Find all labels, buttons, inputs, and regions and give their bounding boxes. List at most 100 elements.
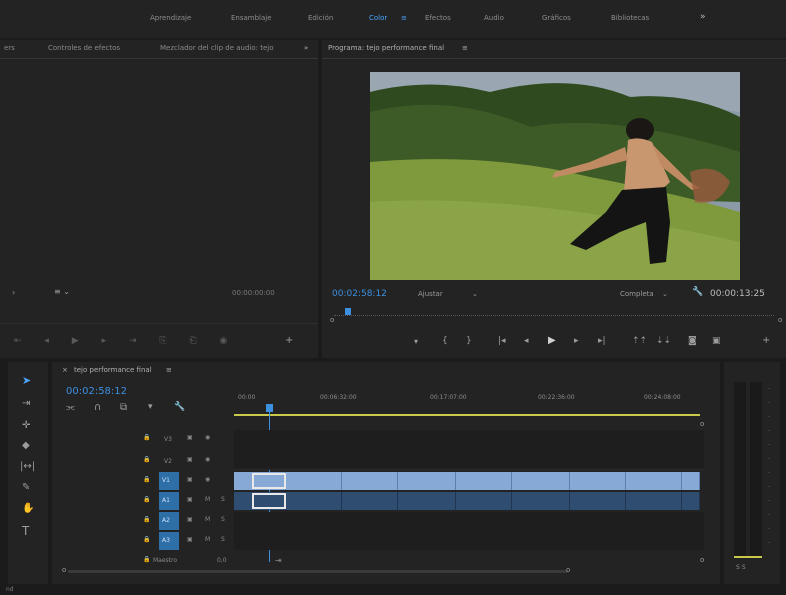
- audio-clip[interactable]: [286, 492, 342, 510]
- sync-icon[interactable]: ▣: [187, 536, 193, 543]
- fit-dropdown[interactable]: Ajustar: [418, 290, 443, 298]
- vertical-scroll-handle[interactable]: o: [700, 556, 704, 564]
- video-clip[interactable]: [682, 472, 700, 490]
- step-back-icon[interactable]: ◂: [524, 336, 529, 346]
- lock-icon[interactable]: 🔒: [143, 476, 150, 483]
- mark-in-icon[interactable]: {: [442, 336, 448, 346]
- slip-tool-icon[interactable]: |↔|: [20, 461, 35, 472]
- audio-clip[interactable]: [342, 492, 398, 510]
- mute-icon[interactable]: M: [205, 496, 210, 503]
- track-label-a3[interactable]: A3: [159, 532, 179, 550]
- timeline-close-icon[interactable]: ×: [62, 366, 68, 374]
- fit-dropdown-chevron-icon[interactable]: ⌄: [472, 290, 478, 298]
- solo-icon[interactable]: S: [221, 496, 225, 503]
- workspace-overflow-button[interactable]: »: [700, 12, 706, 22]
- scroll-left-handle[interactable]: o: [62, 566, 66, 574]
- program-menu-icon[interactable]: ≡: [462, 44, 468, 52]
- workspace-tab-efectos[interactable]: Efectos: [425, 14, 451, 22]
- sync-icon[interactable]: ▣: [187, 496, 193, 503]
- snap-icon[interactable]: ∩: [94, 402, 101, 413]
- horizontal-scrollbar[interactable]: o o: [62, 566, 712, 574]
- play-icon[interactable]: ▶: [548, 335, 556, 346]
- master-volume-value[interactable]: 0,0: [217, 557, 227, 564]
- tab-audio-clip-mixer[interactable]: Mezclador del clip de audio: tejo: [160, 44, 274, 52]
- lock-icon[interactable]: 🔒: [143, 516, 150, 523]
- workspace-tab-audio[interactable]: Audio: [484, 14, 504, 22]
- scroll-right-handle[interactable]: o: [566, 566, 570, 574]
- selection-tool-icon[interactable]: ➤: [22, 374, 31, 387]
- audio-clip[interactable]: [626, 492, 682, 510]
- eye-icon[interactable]: ◉: [205, 456, 210, 463]
- v1-lane[interactable]: [234, 472, 700, 490]
- step-forward-icon[interactable]: ▸: [574, 336, 579, 346]
- track-label-v3[interactable]: V3: [161, 434, 175, 445]
- linked-selection-icon[interactable]: ⧉: [120, 402, 127, 413]
- workspace-tab-color[interactable]: Color: [369, 14, 387, 22]
- add-button-icon[interactable]: +: [762, 335, 770, 346]
- scrollbar-thumb[interactable]: [68, 570, 568, 573]
- a1-lane[interactable]: [234, 492, 700, 510]
- lock-icon[interactable]: 🔒: [143, 536, 150, 543]
- video-clip[interactable]: [570, 472, 626, 490]
- button-editor-icon[interactable]: ▣: [712, 336, 721, 346]
- workspace-tab-edicion[interactable]: Edición: [308, 14, 333, 22]
- timeline-settings-wrench-icon[interactable]: 🔧: [174, 402, 185, 412]
- left-arrow-icon[interactable]: ›: [12, 288, 15, 297]
- camera-export-frame-icon[interactable]: ◙: [688, 336, 697, 346]
- audio-clip[interactable]: [682, 492, 700, 510]
- lock-icon[interactable]: 🔒: [143, 496, 150, 503]
- work-area-bar[interactable]: [234, 414, 700, 416]
- program-scrubber[interactable]: o o: [330, 308, 782, 324]
- add-marker-icon[interactable]: ▾: [148, 402, 153, 412]
- audio-clip[interactable]: [570, 492, 626, 510]
- audio-lanes-empty[interactable]: [234, 512, 704, 550]
- video-clip[interactable]: [286, 472, 342, 490]
- video-clip[interactable]: [398, 472, 456, 490]
- video-clip[interactable]: [456, 472, 512, 490]
- extract-icon[interactable]: ⇣⇣: [656, 336, 671, 346]
- solo-icon[interactable]: S: [221, 536, 225, 543]
- wrench-icon[interactable]: 🔧: [692, 287, 703, 297]
- mute-icon[interactable]: M: [205, 536, 210, 543]
- nest-sequence-icon[interactable]: ⫘: [66, 402, 75, 413]
- audio-clip[interactable]: [398, 492, 456, 510]
- workspace-tab-bibliotecas[interactable]: Bibliotecas: [611, 14, 649, 22]
- track-label-a1[interactable]: A1: [159, 492, 179, 510]
- add-marker-icon[interactable]: ▾: [414, 337, 418, 346]
- sync-icon[interactable]: ▣: [187, 516, 193, 523]
- scrubber-right-handle[interactable]: o: [778, 316, 782, 324]
- timeline-playhead-handle[interactable]: [266, 404, 273, 412]
- hand-tool-icon[interactable]: ✋: [22, 503, 34, 514]
- track-select-tool-icon[interactable]: ⇥: [22, 398, 30, 409]
- pen-tool-icon[interactable]: ✎: [22, 482, 30, 493]
- tab-effect-controls[interactable]: Controles de efectos: [48, 44, 120, 52]
- source-transport-icons[interactable]: ⇤ ◂ ▶ ▸ ⇥ ⎘ ⎗ ◉: [14, 336, 237, 346]
- mark-out-icon[interactable]: }: [466, 336, 472, 346]
- audio-clip[interactable]: [512, 492, 570, 510]
- time-ruler[interactable]: 00:00 00:06:32:00 00:17:07:00 00:22:36:0…: [234, 382, 704, 416]
- razor-tool-icon[interactable]: ◆: [22, 440, 30, 451]
- program-playhead[interactable]: [345, 308, 351, 315]
- solo-icon[interactable]: S: [221, 516, 225, 523]
- lift-icon[interactable]: ⇡⇡: [632, 336, 647, 346]
- sync-icon[interactable]: ▣: [187, 434, 193, 441]
- timeline-sequence-name[interactable]: tejo performance final: [74, 366, 152, 374]
- video-lanes-empty[interactable]: [234, 430, 704, 470]
- quality-dropdown[interactable]: Completa: [620, 290, 654, 298]
- sync-icon[interactable]: ▣: [187, 476, 193, 483]
- quality-dropdown-chevron-icon[interactable]: ⌄: [662, 290, 668, 298]
- workspace-menu-icon[interactable]: ≡: [401, 14, 407, 22]
- workspace-tab-aprendizaje[interactable]: Aprendizaje: [150, 14, 191, 22]
- eye-icon[interactable]: ◉: [205, 434, 210, 441]
- timeline-menu-icon[interactable]: ≡: [166, 366, 172, 374]
- lock-icon[interactable]: 🔒: [143, 434, 150, 441]
- menu-icon[interactable]: ≡ ⌄: [54, 287, 70, 296]
- workspace-tab-graficos[interactable]: Gráficos: [542, 14, 571, 22]
- workspace-tab-ensamblaje[interactable]: Ensamblaje: [231, 14, 272, 22]
- track-label-a2[interactable]: A2: [159, 512, 179, 530]
- audio-clip[interactable]: [456, 492, 512, 510]
- lock-icon[interactable]: 🔒: [143, 556, 150, 563]
- ripple-edit-tool-icon[interactable]: ✛: [22, 420, 30, 431]
- scrubber-left-handle[interactable]: o: [330, 316, 334, 324]
- mute-icon[interactable]: M: [205, 516, 210, 523]
